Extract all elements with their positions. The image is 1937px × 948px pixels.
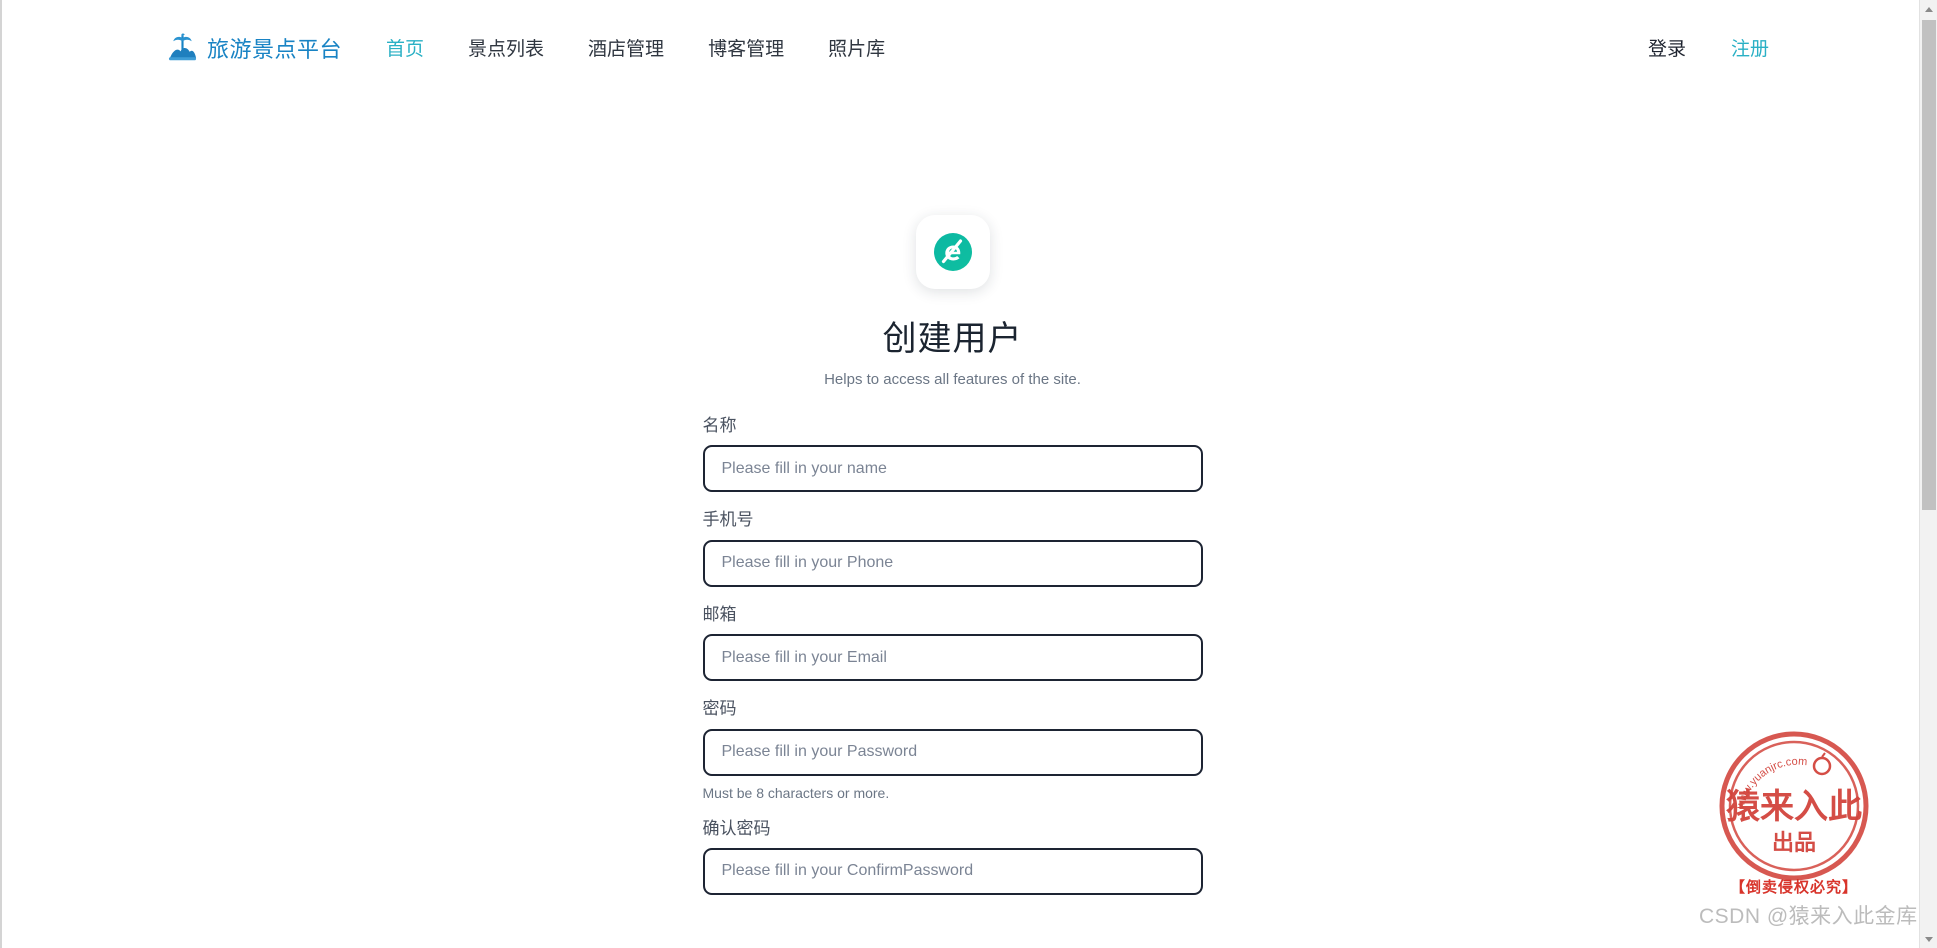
scrollbar-thumb[interactable] (1922, 20, 1936, 510)
nav-item-home[interactable]: 首页 (386, 39, 424, 60)
browser-viewport: 旅游景点平台 首页 景点列表 酒店管理 博客管理 照片库 登录 注册 创建用户 … (0, 0, 1937, 948)
register-form-card: 创建用户 Helps to access all features of the… (702, 215, 1203, 913)
password-help-text: Must be 8 characters or more. (702, 784, 890, 801)
email-input[interactable] (702, 634, 1203, 682)
main-content: 创建用户 Helps to access all features of the… (2, 95, 1919, 913)
label-name: 名称 (702, 416, 737, 435)
phone-input[interactable] (702, 539, 1203, 587)
field-email: 邮箱 (702, 604, 1203, 682)
teal-circle-e-logo-icon (929, 228, 977, 276)
label-phone: 手机号 (702, 510, 754, 530)
scroll-down-arrow-icon (1925, 936, 1933, 942)
field-phone: 手机号 (702, 510, 1203, 587)
confirm-password-input[interactable] (702, 847, 1203, 895)
app-logo-badge (915, 215, 990, 289)
scroll-up-arrow-icon (1925, 6, 1933, 12)
name-input[interactable] (702, 445, 1203, 493)
page-subtitle: Helps to access all features of the site… (824, 371, 1081, 388)
scroll-down-button[interactable] (1920, 930, 1937, 948)
nav-item-attraction-list[interactable]: 景点列表 (468, 39, 544, 60)
label-email: 邮箱 (702, 604, 737, 624)
island-palm-icon (167, 32, 198, 63)
field-password: 密码 Must be 8 characters or more. (702, 699, 1203, 801)
page-title: 创建用户 (882, 320, 1023, 358)
nav-item-hotel-management[interactable]: 酒店管理 (588, 39, 664, 60)
scroll-up-button[interactable] (1920, 0, 1937, 18)
login-link[interactable]: 登录 (1648, 34, 1686, 61)
password-input[interactable] (702, 728, 1203, 776)
field-name: 名称 (702, 416, 1203, 493)
vertical-scrollbar[interactable] (1919, 0, 1937, 948)
nav-item-photo-gallery[interactable]: 照片库 (828, 39, 885, 60)
register-link[interactable]: 注册 (1731, 34, 1769, 61)
page-canvas: 旅游景点平台 首页 景点列表 酒店管理 博客管理 照片库 登录 注册 创建用户 … (0, 0, 1919, 948)
brand-title: 旅游景点平台 (207, 36, 343, 62)
auth-nav: 登录 注册 (1648, 34, 1879, 61)
label-password: 密码 (702, 699, 737, 719)
field-confirm-password: 确认密码 (702, 818, 1203, 895)
label-confirm-password: 确认密码 (702, 818, 771, 838)
site-header: 旅游景点平台 首页 景点列表 酒店管理 博客管理 照片库 登录 注册 (2, 0, 1919, 95)
main-nav: 首页 景点列表 酒店管理 博客管理 照片库 (386, 34, 885, 61)
brand-logo-link[interactable]: 旅游景点平台 (167, 32, 342, 64)
nav-item-blog-management[interactable]: 博客管理 (708, 39, 784, 60)
